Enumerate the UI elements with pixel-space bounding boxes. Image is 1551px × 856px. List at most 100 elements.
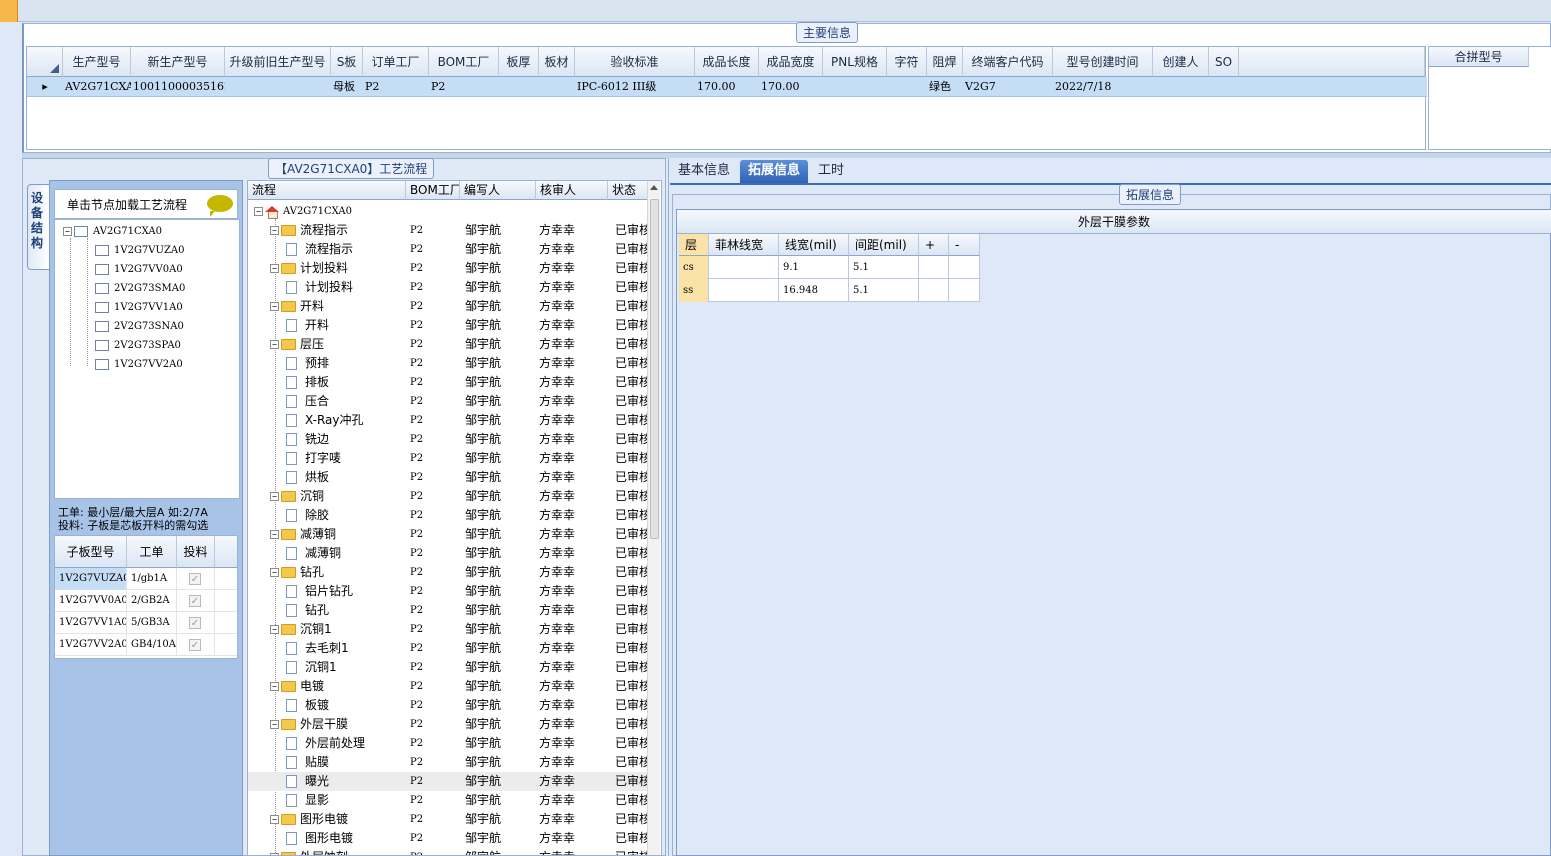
collapse-icon[interactable]: − [270,815,279,824]
sub-grid-row[interactable]: 1V2G7VUZA0 1/gb1A ✓ [55,568,237,590]
film-cell[interactable] [949,279,980,302]
process-flow-tree[interactable]: 流程 BOM工厂 编写人 核审人 状态 − AV2G71CXA0 − 流程指示 P2 邹宇航 方幸… [247,180,662,856]
film-col-header[interactable]: 菲林线宽 [709,234,779,256]
add-column-button[interactable]: + [919,234,949,256]
main-col-header[interactable]: 新生产型号 [131,47,225,77]
film-col-header[interactable]: 线宽(mil) [779,234,849,256]
flow-row[interactable]: 去毛刺1 P2 邹宇航 方幸幸 已审核 [248,639,649,658]
main-cell[interactable]: 170.00 [759,77,823,97]
flow-row[interactable]: 烘板 P2 邹宇航 方幸幸 已审核 [248,468,649,487]
tree-node-root[interactable]: − AV2G71CXA0 [63,222,162,241]
flow-row[interactable]: 图形电镀 P2 邹宇航 方幸幸 已审核 [248,829,649,848]
node-checkbox[interactable] [74,226,88,237]
film-cell[interactable] [709,256,779,279]
main-cell[interactable]: 170.00 [695,77,759,97]
main-col-header[interactable]: S板 [331,47,363,77]
tree-node-child[interactable]: 2V2G73SPA0 [95,336,181,355]
flow-row[interactable]: 显影 P2 邹宇航 方幸幸 已审核 [248,791,649,810]
film-cell[interactable]: 16.948 [779,279,849,302]
scroll-thumb[interactable] [650,199,659,539]
main-col-header[interactable]: 成品长度 [695,47,759,77]
tab-extended-info[interactable]: 拓展信息 [740,160,809,183]
node-checkbox[interactable] [95,302,109,313]
main-col-header[interactable]: 验收标准 [575,47,695,77]
sub-cell-order[interactable]: GB4/10A [127,634,177,656]
flow-row[interactable]: 压合 P2 邹宇航 方幸幸 已审核 [248,392,649,411]
flow-row[interactable]: 钻孔 P2 邹宇航 方幸幸 已审核 [248,601,649,620]
flow-row[interactable]: 沉铜1 P2 邹宇航 方幸幸 已审核 [248,658,649,677]
node-checkbox[interactable] [95,340,109,351]
flow-col-header[interactable]: 流程 [248,181,406,200]
flow-row[interactable]: X-Ray冲孔 P2 邹宇航 方幸幸 已审核 [248,411,649,430]
main-cell[interactable] [539,77,575,97]
flow-row[interactable]: 曝光 P2 邹宇航 方幸幸 已审核 [248,772,649,791]
film-col-header[interactable]: 层 [679,234,709,256]
flow-row[interactable]: − 开料 P2 邹宇航 方幸幸 已审核 [248,297,649,316]
film-cell[interactable] [949,256,980,279]
flow-row[interactable]: − 外层干膜 P2 邹宇航 方幸幸 已审核 [248,715,649,734]
flow-row[interactable]: − 流程指示 P2 邹宇航 方幸幸 已审核 [248,221,649,240]
flow-row[interactable]: 预排 P2 邹宇航 方幸幸 已审核 [248,354,649,373]
main-col-header[interactable]: PNL规格 [823,47,887,77]
main-cell[interactable]: 2022/7/18 [1053,77,1153,97]
collapse-icon[interactable]: − [270,682,279,691]
flow-row[interactable]: 贴膜 P2 邹宇航 方幸幸 已审核 [248,753,649,772]
flow-row[interactable]: 外层前处理 P2 邹宇航 方幸幸 已审核 [248,734,649,753]
collapse-icon[interactable]: − [270,264,279,273]
sub-cell-model[interactable]: 1V2G7VV0A0 [55,590,127,612]
collapse-icon[interactable]: − [270,340,279,349]
feed-checkbox[interactable]: ✓ [189,617,201,629]
film-cell[interactable] [919,279,949,302]
flow-col-header[interactable]: 核审人 [536,181,608,200]
feed-checkbox[interactable]: ✓ [189,639,201,651]
collapse-icon[interactable]: − [254,207,263,216]
flow-row[interactable]: 减薄铜 P2 邹宇航 方幸幸 已审核 [248,544,649,563]
flow-row[interactable]: − 沉铜1 P2 邹宇航 方幸幸 已审核 [248,620,649,639]
main-col-header[interactable]: 终端客户代码 [963,47,1053,77]
collapse-icon[interactable]: − [270,226,279,235]
main-col-header[interactable]: 升级前旧生产型号 [225,47,331,77]
main-grid-row[interactable]: ▸ AV2G71CXA010011000035162母板P2P2IPC-6012… [27,77,1427,97]
main-col-header[interactable]: 字符 [887,47,927,77]
main-cell[interactable]: 母板 [331,77,363,97]
main-col-header[interactable]: BOM工厂 [429,47,499,77]
main-col-header[interactable]: 成品宽度 [759,47,823,77]
collapse-icon[interactable]: − [270,492,279,501]
main-col-header[interactable]: SO [1209,47,1239,77]
tab-work-hours[interactable]: 工时 [810,160,852,183]
flow-row[interactable]: 铝片钻孔 P2 邹宇航 方幸幸 已审核 [248,582,649,601]
tab-device-structure[interactable]: 设备结构 [27,184,49,270]
feed-checkbox[interactable]: ✓ [189,595,201,607]
film-cell[interactable]: cs [679,256,709,279]
sub-cell-feed[interactable]: ✓ [177,590,215,612]
tree-node-child[interactable]: 2V2G73SNA0 [95,317,184,336]
collapse-icon[interactable]: − [270,530,279,539]
sub-cell-feed[interactable]: ✓ [177,568,215,590]
structure-tree[interactable]: − AV2G71CXA0 1V2G7VUZA0 1V2G7VV0A0 2V2G73SM… [54,219,240,499]
flow-row[interactable]: − 计划投料 P2 邹宇航 方幸幸 已审核 [248,259,649,278]
flow-row[interactable]: 板镀 P2 邹宇航 方幸幸 已审核 [248,696,649,715]
node-checkbox[interactable] [95,264,109,275]
flow-col-header[interactable]: 编写人 [460,181,536,200]
sub-cell-model[interactable]: 1V2G7VV2A0 [55,634,127,656]
tab-basic-info[interactable]: 基本信息 [670,160,738,183]
main-cell[interactable]: P2 [429,77,499,97]
collapse-icon[interactable]: − [270,302,279,311]
sub-board-grid[interactable]: 子板型号 工单 投料 1V2G7VUZA0 1/gb1A ✓ 1V2G7VV0A0 2/… [54,535,238,659]
flow-root-row[interactable]: − AV2G71CXA0 [248,202,648,221]
film-col-header[interactable]: 间距(mil) [849,234,919,256]
feed-checkbox[interactable]: ✓ [189,573,201,585]
node-checkbox[interactable] [95,245,109,256]
sub-grid-row[interactable]: 1V2G7VV1A0 5/GB3A ✓ [55,612,237,634]
flow-row[interactable]: − 钻孔 P2 邹宇航 方幸幸 已审核 [248,563,649,582]
sub-cell-model[interactable]: 1V2G7VUZA0 [55,568,127,590]
main-cell[interactable] [1209,77,1239,97]
main-col-header[interactable]: 板材 [539,47,575,77]
flow-row[interactable]: − 减薄铜 P2 邹宇航 方幸幸 已审核 [248,525,649,544]
node-checkbox[interactable] [95,359,109,370]
main-col-header[interactable]: 创建人 [1153,47,1209,77]
flow-row[interactable]: − 层压 P2 邹宇航 方幸幸 已审核 [248,335,649,354]
main-col-header[interactable]: 订单工厂 [363,47,429,77]
flow-row[interactable]: 流程指示 P2 邹宇航 方幸幸 已审核 [248,240,649,259]
flow-scrollbar[interactable] [647,181,660,855]
